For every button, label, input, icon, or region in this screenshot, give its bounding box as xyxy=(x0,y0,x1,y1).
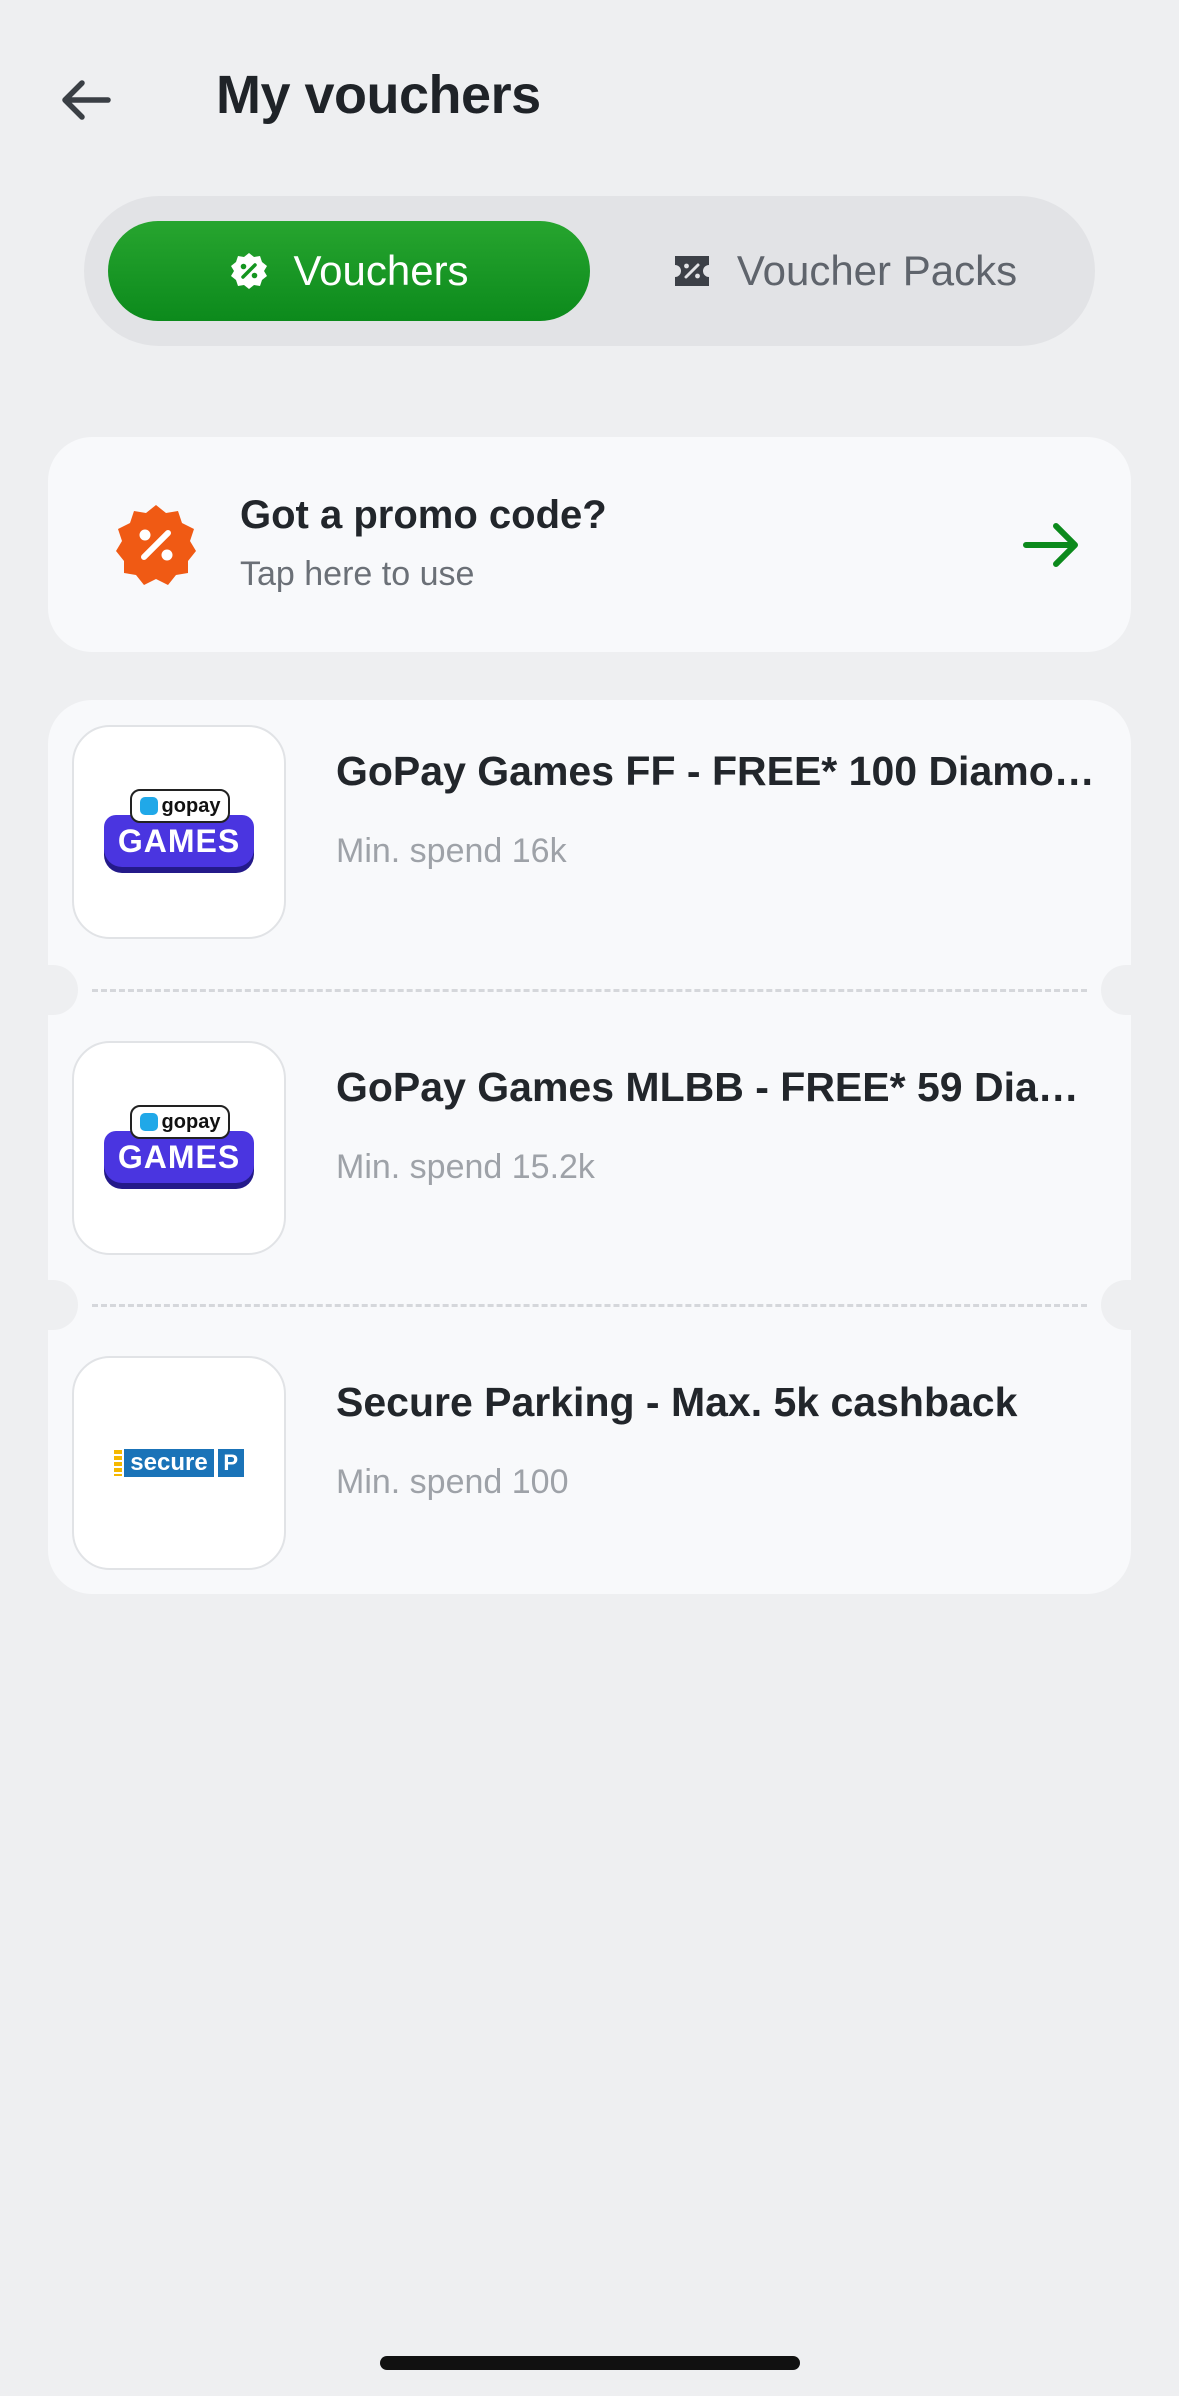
arrow-left-icon xyxy=(62,80,111,120)
tab-vouchers[interactable]: Vouchers xyxy=(108,221,590,321)
gopay-wordmark: gopay xyxy=(130,789,230,823)
voucher-min-spend: Min. spend 100 xyxy=(336,1463,569,1501)
arrow-right-icon xyxy=(1023,523,1078,567)
ticket-percent-icon xyxy=(674,256,709,286)
promo-code-card[interactable]: Got a promo code? Tap here to use xyxy=(48,437,1131,652)
voucher-item[interactable]: gopay GAMES GoPay Games MLBB - FREE* 59 … xyxy=(48,1016,1131,1332)
voucher-list: gopay GAMES GoPay Games FF - FREE* 100 D… xyxy=(48,700,1131,1594)
page-title: My vouchers xyxy=(216,65,541,125)
divider xyxy=(92,989,1087,992)
tab-voucher-packs[interactable]: Voucher Packs xyxy=(614,221,1074,321)
voucher-item[interactable]: gopay GAMES GoPay Games FF - FREE* 100 D… xyxy=(48,700,1131,1016)
gopay-games-logo: gopay GAMES xyxy=(72,1041,286,1255)
percent-badge-icon xyxy=(231,253,268,289)
gopay-games-logo: gopay GAMES xyxy=(72,725,286,939)
voucher-title: GoPay Games MLBB - FREE* 59 Dia… xyxy=(336,1064,1079,1110)
voucher-min-spend: Min. spend 15.2k xyxy=(336,1148,595,1186)
percent-badge-icon xyxy=(116,505,196,585)
back-button[interactable] xyxy=(48,62,124,138)
tab-voucher-packs-label: Voucher Packs xyxy=(736,247,1018,294)
tab-vouchers-label: Vouchers xyxy=(293,247,469,294)
voucher-title: GoPay Games FF - FREE* 100 Diamo… xyxy=(336,748,1095,794)
voucher-title: Secure Parking - Max. 5k cashback xyxy=(336,1379,1018,1425)
home-indicator[interactable] xyxy=(380,2356,800,2370)
header: My vouchers xyxy=(0,0,1179,200)
divider xyxy=(92,1304,1087,1307)
promo-title: Got a promo code? xyxy=(240,493,607,537)
secure-parking-logo: secure P xyxy=(72,1356,286,1570)
gopay-wordmark: gopay xyxy=(130,1105,230,1139)
voucher-min-spend: Min. spend 16k xyxy=(336,832,567,870)
voucher-item[interactable]: secure P Secure Parking - Max. 5k cashba… xyxy=(48,1331,1131,1647)
promo-subtitle: Tap here to use xyxy=(240,555,475,593)
voucher-tabs: Vouchers Voucher Packs xyxy=(84,196,1095,346)
